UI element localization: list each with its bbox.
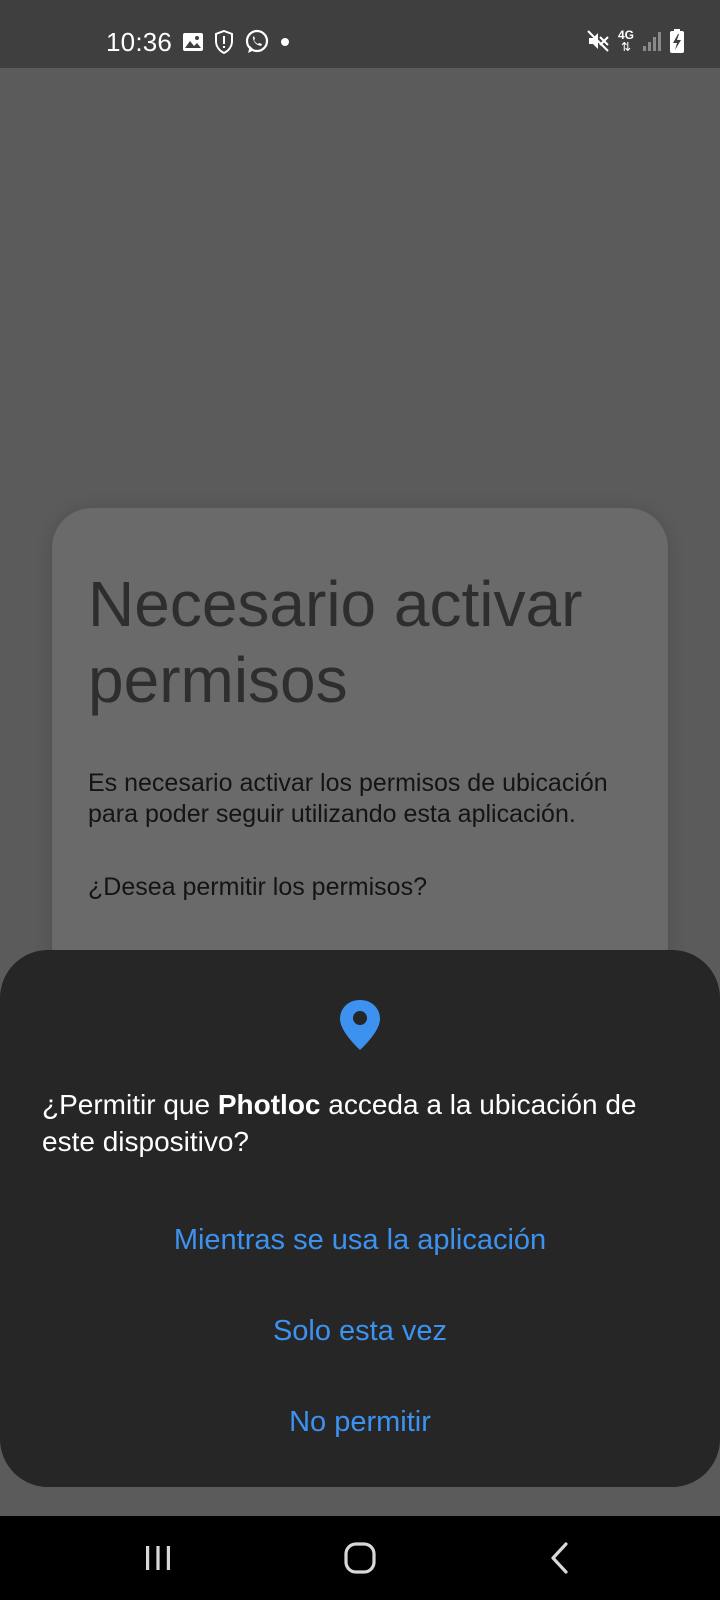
card-question: ¿Desea permitir los permisos? <box>88 873 427 901</box>
signal-icon <box>642 30 662 52</box>
notification-dot-icon <box>280 37 290 47</box>
allow-once-button[interactable]: Solo esta vez <box>0 1311 720 1351</box>
card-title: Necesario activar permisos <box>88 568 583 716</box>
network-4g-icon: 4G ⇅ <box>618 29 634 53</box>
back-button[interactable] <box>530 1536 590 1580</box>
battery-charging-icon <box>670 29 684 53</box>
back-icon <box>548 1541 572 1575</box>
status-time: 10:36 <box>106 27 173 57</box>
status-notification-icons <box>182 29 290 55</box>
card-body-text: Es necesario activar los permisos de ubi… <box>88 769 608 828</box>
whatsapp-icon <box>244 29 270 55</box>
location-pin-icon <box>338 998 382 1057</box>
recents-icon <box>143 1543 173 1573</box>
status-bar: 10:36 4G ⇅ <box>0 0 720 68</box>
app-name: Photloc <box>217 1089 321 1120</box>
question-prefix: ¿Permitir que <box>42 1089 218 1120</box>
location-permission-dialog: ¿Permitir que Photloc acceda a la ubicac… <box>0 950 720 1487</box>
status-system-icons: 4G ⇅ <box>586 29 684 53</box>
home-button[interactable] <box>330 1536 390 1580</box>
navigation-bar <box>0 1516 720 1600</box>
recents-button[interactable] <box>128 1536 188 1580</box>
shield-alert-icon <box>214 30 234 54</box>
dialog-question: ¿Permitir que Photloc acceda a la ubicac… <box>42 1086 682 1160</box>
gallery-icon <box>182 31 204 53</box>
allow-while-using-button[interactable]: Mientras se usa la aplicación <box>0 1220 720 1260</box>
mute-icon <box>586 29 610 53</box>
home-icon <box>343 1541 377 1575</box>
deny-button[interactable]: No permitir <box>0 1402 720 1442</box>
network-activity-arrows: ⇅ <box>620 40 632 54</box>
